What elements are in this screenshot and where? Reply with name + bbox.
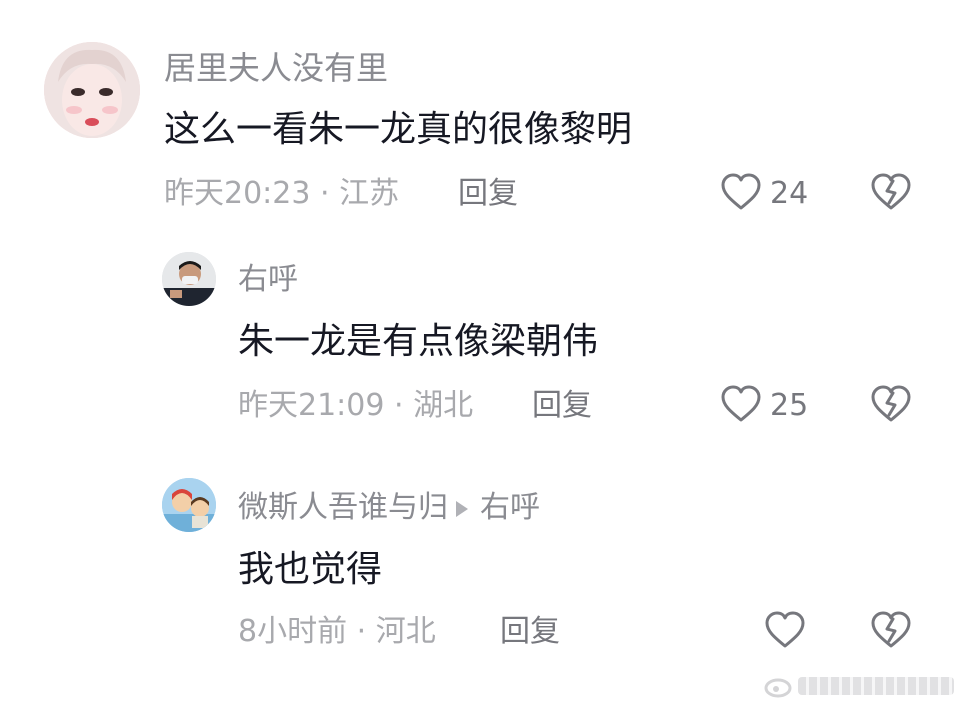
like-button[interactable]: [718, 170, 764, 214]
dislike-button[interactable]: [866, 608, 916, 652]
reply-author[interactable]: 微斯人吾谁与归: [238, 490, 448, 525]
comment-text: 这么一看朱一龙真的很像黎明: [164, 109, 633, 150]
woman-portrait-icon: [44, 42, 140, 138]
reply-author[interactable]: 右呼: [238, 260, 298, 300]
reply-author-line: 微斯人吾谁与归 右呼: [238, 488, 540, 528]
like-button[interactable]: [762, 608, 808, 652]
reply-text: 朱一龙是有点像梁朝伟: [238, 321, 599, 362]
comment-time-location: 昨天20:23 · 江苏: [164, 176, 400, 211]
reply-time-location: 8小时前 · 河北: [238, 614, 436, 649]
reply-button[interactable]: 回复: [500, 612, 560, 652]
avatar[interactable]: [162, 252, 216, 306]
watermark: [764, 672, 954, 700]
reply-to-author[interactable]: 右呼: [480, 490, 540, 525]
heart-icon: [721, 385, 761, 422]
avatar[interactable]: [44, 42, 140, 138]
watermark-bars: [798, 677, 954, 695]
reply-item: 右呼 朱一龙是有点像梁朝伟 昨天21:09 · 湖北 回复 25: [0, 230, 960, 450]
anime-girl-icon: [162, 478, 216, 532]
reply-button[interactable]: 回复: [458, 174, 518, 214]
broken-heart-icon: [871, 611, 911, 648]
avatar[interactable]: [162, 478, 216, 532]
broken-heart-icon: [871, 173, 911, 210]
reply-text: 我也觉得: [238, 549, 383, 590]
like-button[interactable]: [718, 382, 764, 426]
dislike-button[interactable]: [866, 382, 916, 426]
heart-icon: [721, 173, 761, 210]
broken-heart-icon: [871, 385, 911, 422]
like-count: 25: [770, 388, 809, 423]
reply-button[interactable]: 回复: [532, 386, 592, 426]
heart-icon: [765, 611, 805, 648]
masked-man-icon: [162, 252, 216, 306]
dislike-button[interactable]: [866, 170, 916, 214]
like-count: 24: [770, 176, 809, 211]
reply-arrow-icon: [456, 500, 468, 517]
reply-time-location: 昨天21:09 · 湖北: [238, 388, 474, 423]
weibo-logo-icon: [764, 678, 792, 698]
reply-item: 微斯人吾谁与归 右呼 我也觉得 8小时前 · 河北 回复: [0, 450, 960, 680]
comment-author[interactable]: 居里夫人没有里: [164, 48, 388, 88]
comment-item: 居里夫人没有里 这么一看朱一龙真的很像黎明 昨天20:23 · 江苏 回复 24: [0, 0, 960, 230]
